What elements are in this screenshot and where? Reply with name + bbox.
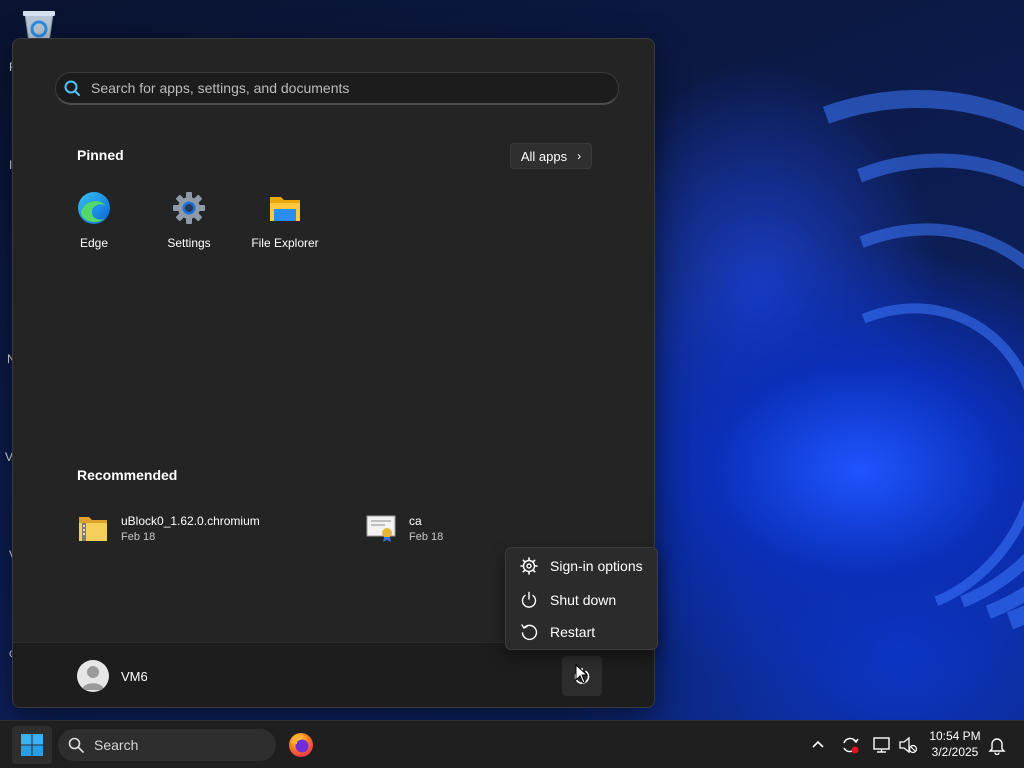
gear-icon bbox=[173, 192, 205, 224]
recommended-item-date: Feb 18 bbox=[121, 530, 156, 543]
recommended-item-name: uBlock0_1.62.0.chromium bbox=[121, 513, 260, 528]
user-account-button[interactable]: VM6 bbox=[77, 660, 148, 692]
pinned-app-edge[interactable]: Edge bbox=[49, 191, 139, 261]
certificate-icon bbox=[366, 515, 396, 542]
chevron-right-icon: › bbox=[577, 149, 582, 163]
start-button[interactable] bbox=[12, 726, 52, 764]
taskbar-search-box[interactable]: Search bbox=[58, 729, 276, 761]
pinned-app-file-explorer[interactable]: File Explorer bbox=[240, 191, 330, 261]
edge-icon bbox=[78, 192, 110, 224]
mouse-cursor-icon bbox=[575, 664, 589, 684]
pinned-app-settings[interactable]: Settings bbox=[144, 191, 234, 261]
firefox-icon[interactable] bbox=[288, 732, 314, 758]
power-menu-shut-down[interactable]: Shut down bbox=[510, 585, 653, 615]
windows-logo-icon bbox=[21, 734, 43, 756]
recommended-item[interactable]: ca Feb 18 bbox=[365, 508, 443, 548]
volume-muted-icon[interactable] bbox=[898, 735, 918, 755]
power-menu-label: Restart bbox=[550, 624, 596, 640]
gear-icon bbox=[520, 557, 538, 575]
pinned-app-label: Settings bbox=[167, 236, 211, 250]
search-icon bbox=[64, 80, 80, 96]
recommended-item[interactable]: uBlock0_1.62.0.chromium Feb 18 bbox=[77, 508, 260, 548]
start-search-input[interactable] bbox=[89, 79, 593, 97]
restart-icon bbox=[521, 624, 538, 641]
sync-icon[interactable] bbox=[840, 735, 860, 755]
network-icon[interactable] bbox=[872, 735, 892, 755]
taskbar-clock[interactable]: 10:54 PM 3/2/2025 bbox=[922, 728, 988, 760]
recycle-bin-icon[interactable] bbox=[20, 8, 58, 43]
taskbar: Search 10:54 PM 3/2/2025 bbox=[0, 720, 1024, 768]
user-name: VM6 bbox=[121, 668, 148, 684]
start-search-box[interactable] bbox=[55, 72, 619, 105]
search-icon bbox=[68, 737, 84, 753]
power-menu-label: Sign-in options bbox=[550, 558, 643, 574]
clock-date: 3/2/2025 bbox=[931, 745, 979, 759]
power-menu-label: Shut down bbox=[550, 592, 617, 608]
taskbar-search-label: Search bbox=[94, 737, 139, 753]
recommended-item-name: ca bbox=[409, 513, 422, 528]
user-icon bbox=[82, 666, 104, 690]
power-menu-sign-in-options[interactable]: Sign-in options bbox=[510, 551, 653, 581]
zip-folder-icon bbox=[79, 517, 107, 541]
folder-icon bbox=[270, 197, 300, 221]
power-menu-restart[interactable]: Restart bbox=[510, 617, 653, 647]
show-hidden-icons-chevron-up-icon[interactable] bbox=[809, 736, 829, 756]
power-icon bbox=[521, 591, 537, 608]
pinned-app-label: File Explorer bbox=[251, 236, 319, 250]
pinned-app-label: Edge bbox=[79, 236, 109, 250]
power-menu: Sign-in options Shut down Restart bbox=[505, 547, 658, 650]
all-apps-label: All apps bbox=[520, 148, 568, 164]
avatar bbox=[77, 660, 109, 692]
recommended-title: Recommended bbox=[77, 467, 178, 483]
recommended-item-date: Feb 18 bbox=[409, 530, 444, 543]
start-menu-footer: VM6 bbox=[13, 642, 654, 707]
clock-time: 10:54 PM bbox=[929, 729, 981, 743]
notification-bell-icon[interactable] bbox=[987, 735, 1007, 756]
pinned-title: Pinned bbox=[77, 147, 124, 163]
all-apps-button[interactable]: All apps › bbox=[510, 143, 592, 169]
